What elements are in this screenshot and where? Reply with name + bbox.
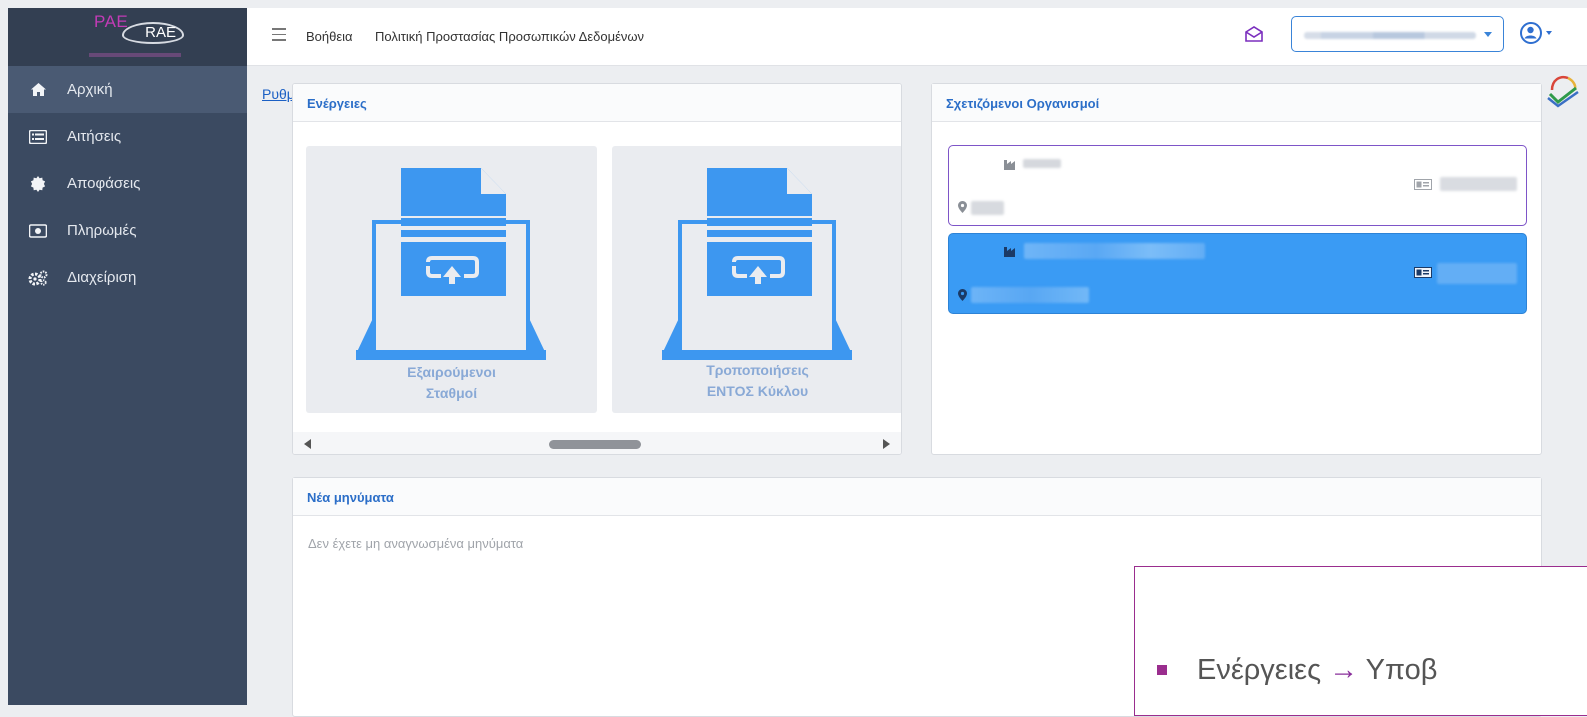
- actions-panel: Ενέργειες Εξαιρούμενοι Σταθμοί Τροποποιή…: [292, 83, 902, 455]
- id-card-icon: [1414, 267, 1432, 281]
- sidebar-item-decisions[interactable]: Αποφάσεις: [8, 160, 247, 207]
- caret-down-icon: [1484, 32, 1492, 37]
- callout-text: Ενέργειες → Υποβ: [1197, 654, 1438, 686]
- sidebar: PAE RAE Αρχική Αιτήσεις Αποφάσεις Πληρωμ…: [8, 8, 247, 705]
- action-tile-label: Εξαιρούμενοι Σταθμοί: [407, 364, 496, 401]
- sidebar-item-label: Διαχείριση: [67, 269, 137, 286]
- actions-panel-title: Ενέργειες: [293, 84, 901, 122]
- action-tile-excluded-stations[interactable]: Εξαιρούμενοι Σταθμοί: [306, 146, 597, 413]
- factory-icon: [1004, 245, 1020, 260]
- logo-pae-text: PAE: [94, 12, 129, 31]
- list-icon: [28, 129, 48, 145]
- top-navbar: Βοήθεια Πολιτική Προστασίας Προσωπικών Δ…: [247, 8, 1587, 66]
- organization-select[interactable]: [1291, 16, 1504, 52]
- organization-name-redacted: [1024, 243, 1205, 259]
- organization-card-selected[interactable]: [948, 233, 1527, 314]
- sidebar-item-home[interactable]: Αρχική: [8, 66, 247, 113]
- cogs-icon: [28, 270, 48, 286]
- scroll-right-arrow-icon[interactable]: [883, 439, 890, 449]
- user-avatar-icon[interactable]: [1520, 22, 1542, 44]
- logo-subtitle: [89, 53, 181, 57]
- home-icon: [28, 82, 48, 98]
- location-pin-icon: [958, 289, 967, 304]
- organization-address-redacted: [971, 201, 1004, 215]
- sidebar-item-label: Αιτήσεις: [67, 128, 122, 145]
- sidebar-item-payments[interactable]: Πληρωμές: [8, 207, 247, 254]
- sidebar-item-administration[interactable]: Διαχείριση: [8, 254, 247, 301]
- organization-id-redacted: [1437, 263, 1517, 284]
- organization-card[interactable]: [948, 145, 1527, 226]
- presentation-callout: Ενέργειες → Υποβ: [1134, 566, 1587, 716]
- organization-name-redacted: [1023, 159, 1061, 168]
- corner-decorative-logo-icon: [1547, 75, 1579, 108]
- location-pin-icon: [958, 201, 967, 216]
- scroll-left-arrow-icon[interactable]: [304, 439, 311, 449]
- scrollbar-thumb[interactable]: [549, 440, 641, 449]
- org-select-value: [1304, 32, 1476, 39]
- related-organizations-title: Σχετιζόμενοι Οργανισμοί: [932, 84, 1541, 122]
- sidebar-item-applications[interactable]: Αιτήσεις: [8, 113, 247, 160]
- hamburger-menu-icon[interactable]: [272, 28, 286, 41]
- logo-rae-text: RAE: [122, 22, 184, 44]
- brand-logo[interactable]: PAE RAE: [8, 8, 247, 66]
- sidebar-item-label: Αρχική: [67, 81, 113, 98]
- document-upload-icon: [662, 168, 852, 360]
- privacy-policy-link[interactable]: Πολιτική Προστασίας Προσωπικών Δεδομένων: [375, 29, 644, 44]
- money-icon: [28, 223, 48, 239]
- settings-link[interactable]: Ρυθμ: [262, 86, 292, 102]
- document-upload-icon: [356, 168, 546, 360]
- sidebar-item-label: Πληρωμές: [67, 222, 137, 239]
- organization-address-redacted: [971, 287, 1089, 303]
- user-menu-caret-icon[interactable]: [1546, 31, 1552, 35]
- action-tile-label: Τροποποιήσεις ΕΝΤΟΣ Κύκλου: [706, 362, 809, 399]
- help-link[interactable]: Βοήθεια: [306, 29, 353, 44]
- action-tile-in-cycle-modifications[interactable]: Τροποποιήσεις ΕΝΤΟΣ Κύκλου: [612, 146, 901, 413]
- sidebar-item-label: Αποφάσεις: [67, 175, 141, 192]
- horizontal-scrollbar[interactable]: [293, 432, 901, 454]
- organization-id-redacted: [1440, 177, 1517, 191]
- gear-badge-icon: [28, 175, 48, 192]
- bullet-square-icon: [1157, 665, 1167, 675]
- no-unread-messages-text: Δεν έχετε μη αναγνωσμένα μηνύματα: [308, 536, 524, 551]
- related-organizations-panel: Σχετιζόμενοι Οργανισμοί: [931, 83, 1542, 455]
- new-messages-title: Νέα μηνύματα: [293, 478, 1541, 516]
- envelope-icon[interactable]: [1245, 26, 1263, 42]
- factory-icon: [1004, 158, 1020, 173]
- id-card-icon: [1414, 179, 1432, 193]
